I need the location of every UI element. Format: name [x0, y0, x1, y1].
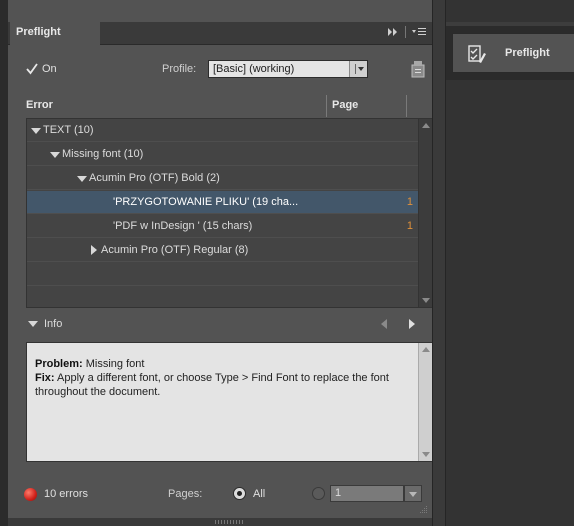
profile-label: Profile:	[162, 63, 197, 75]
tree-row-missing-font[interactable]: Missing font (10)	[27, 143, 419, 166]
error-status-icon	[24, 488, 37, 501]
on-checkbox[interactable]	[25, 62, 39, 76]
error-count: 10 errors	[44, 488, 89, 500]
scroll-up-icon[interactable]	[422, 123, 430, 128]
problem-label: Problem:	[35, 358, 83, 370]
info-label: Info	[44, 318, 63, 330]
fix-text: Apply a different font, or choose Type >…	[35, 372, 389, 398]
on-label: On	[42, 63, 57, 75]
panel-controls	[387, 26, 426, 38]
define-profiles-icon[interactable]	[410, 60, 426, 78]
pages-all-radio[interactable]	[233, 487, 246, 500]
scroll-down-icon[interactable]	[422, 452, 430, 457]
side-dock-tab-bar	[446, 22, 574, 26]
panel-bottom-edge	[8, 518, 432, 526]
scroll-down-icon[interactable]	[422, 298, 430, 303]
profile-select[interactable]: [Basic] (working)	[208, 60, 368, 78]
expanded-triangle-icon[interactable]	[28, 321, 38, 327]
page-number[interactable]: 1	[407, 220, 413, 232]
collapse-panel-icon[interactable]	[387, 27, 399, 37]
expanded-triangle-icon[interactable]	[31, 128, 41, 134]
info-text: Problem: Missing font Fix: Apply a diffe…	[35, 357, 413, 399]
tab-label: Preflight	[16, 26, 61, 38]
side-preflight-label: Preflight	[505, 47, 550, 59]
page-number[interactable]: 1	[407, 196, 413, 208]
side-preflight-button[interactable]: Preflight	[452, 33, 574, 73]
panel-dock-divider[interactable]	[432, 0, 446, 526]
info-section-header[interactable]: Info	[26, 313, 426, 335]
panel-controls-separator	[405, 26, 406, 38]
tab-preflight[interactable]: Preflight	[10, 22, 100, 45]
scroll-up-icon[interactable]	[422, 347, 430, 352]
column-page[interactable]: Page	[332, 99, 358, 111]
status-bar: 10 errors Pages: All 1	[8, 478, 432, 518]
error-list-header: Error Page	[26, 95, 412, 117]
tree-scrollbar[interactable]	[418, 119, 433, 307]
resize-handle[interactable]	[215, 520, 243, 524]
side-dock-body	[446, 80, 574, 526]
expanded-triangle-icon[interactable]	[50, 152, 60, 158]
tree-row-text[interactable]: TEXT (10)	[27, 119, 419, 142]
pages-range-radio[interactable]	[312, 487, 325, 500]
tree-row-pdf-indesign[interactable]: 'PDF w InDesign ' (15 chars) 1	[27, 215, 419, 238]
collapsed-triangle-icon[interactable]	[91, 245, 97, 255]
tree-row-przygotowanie[interactable]: 'PRZYGOTOWANIE PLIKU' (19 cha... 1	[27, 191, 419, 214]
info-box: Problem: Missing font Fix: Apply a diffe…	[26, 342, 434, 462]
resize-grip-icon[interactable]	[418, 506, 428, 516]
next-error-icon[interactable]	[409, 319, 415, 329]
pages-all-label: All	[253, 488, 266, 500]
side-dock-top	[446, 0, 574, 22]
expanded-triangle-icon[interactable]	[77, 176, 87, 182]
column-divider	[326, 95, 327, 117]
preflight-panel: Preflight On Profile: [Basic] (working) …	[8, 0, 434, 526]
tree-row-acumin-regular[interactable]: Acumin Pro (OTF) Regular (8)	[27, 239, 419, 262]
info-scrollbar[interactable]	[418, 343, 433, 461]
pages-range-input[interactable]: 1	[330, 485, 404, 502]
column-divider	[406, 95, 407, 117]
tree-row-empty	[27, 263, 419, 286]
options-row: On Profile: [Basic] (working)	[8, 50, 432, 84]
previous-error-icon[interactable]	[381, 319, 387, 329]
pages-range-dropdown[interactable]	[404, 485, 422, 502]
fix-label: Fix:	[35, 372, 55, 384]
profile-value: [Basic] (working)	[213, 63, 295, 75]
panel-tab-bar: Preflight	[8, 22, 432, 45]
preflight-icon	[468, 45, 486, 63]
tree-row-acumin-bold[interactable]: Acumin Pro (OTF) Bold (2)	[27, 167, 419, 190]
pages-label: Pages:	[168, 488, 203, 500]
column-error[interactable]: Error	[26, 99, 53, 111]
error-tree: TEXT (10) Missing font (10) Acumin Pro (…	[26, 118, 434, 308]
chevron-down-icon[interactable]	[349, 61, 367, 77]
panel-menu-icon[interactable]	[412, 27, 426, 37]
problem-text: Missing font	[85, 358, 145, 370]
